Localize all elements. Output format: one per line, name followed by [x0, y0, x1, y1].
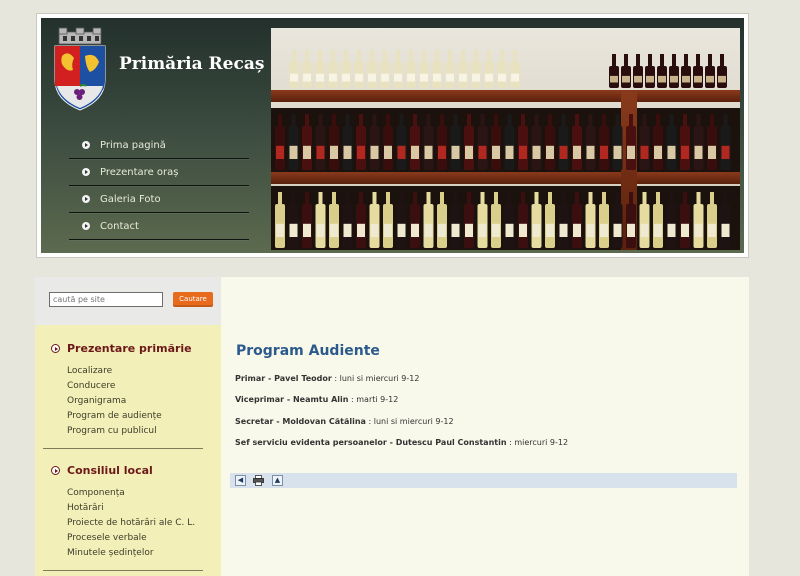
arrow-bullet-icon — [51, 465, 60, 475]
nav-item-home[interactable]: Prima pagină — [69, 132, 249, 159]
arrow-bullet-icon — [82, 195, 90, 203]
nav-item-gallery[interactable]: Galeria Foto — [69, 186, 249, 213]
official-name: Primar - Pavel Teodor — [235, 374, 332, 383]
sidebar-section-consiliu: Consiliul local Componența Hotărâri Proi… — [35, 462, 221, 561]
audience-row: Sef serviciu evidenta persoanelor - Dute… — [235, 438, 568, 447]
audience-schedule: luni si miercuri 9-12 — [373, 417, 454, 426]
print-icon[interactable] — [253, 475, 264, 486]
search-bar: Cautare — [35, 277, 221, 325]
audience-row: Viceprimar - Neamtu Alin : marti 9-12 — [235, 395, 398, 404]
nav-item-label: Prezentare oraș — [100, 166, 179, 178]
search-input[interactable] — [49, 292, 163, 307]
arrow-bullet-icon — [82, 222, 90, 230]
audience-schedule: luni si miercuri 9-12 — [339, 374, 420, 383]
header-banner: Primăria Recaș Prima pagină Prezentare o… — [41, 18, 744, 253]
audience-row: Secretar - Moldovan Cătălina : luni si m… — [235, 417, 454, 426]
nav-item-contact[interactable]: Contact — [69, 213, 249, 240]
site-title: Primăria Recaș — [119, 54, 265, 74]
main-content: Program Audiente Primar - Pavel Teodor :… — [221, 277, 749, 576]
sidebar-item-localizare[interactable]: Localizare — [67, 364, 221, 379]
official-name: Sef serviciu evidenta persoanelor - Dute… — [235, 438, 507, 447]
sidebar-section-label: Consiliul local — [67, 463, 153, 477]
arrow-bullet-icon — [82, 168, 90, 176]
back-icon[interactable]: ◀ — [235, 475, 246, 486]
sidebar-item-program-audiente[interactable]: Program de audiențe — [67, 409, 221, 424]
nav-item-town[interactable]: Prezentare oraș — [69, 159, 249, 186]
sidebar: Cautare Prezentare primărie Localizare C… — [35, 277, 221, 576]
page-title: Program Audiente — [236, 343, 380, 359]
row-separator: : — [331, 374, 340, 383]
arrow-bullet-icon — [82, 141, 90, 149]
sidebar-section-title[interactable]: Prezentare primărie — [35, 340, 221, 356]
search-button[interactable]: Cautare — [173, 292, 213, 307]
audience-schedule: marti 9-12 — [356, 395, 399, 404]
site-header: Primăria Recaș Prima pagină Prezentare o… — [36, 13, 749, 258]
top-icon[interactable]: ▲ — [272, 475, 283, 486]
main-navigation: Prima pagină Prezentare oraș Galeria Fot… — [69, 132, 249, 240]
arrow-bullet-icon — [51, 343, 60, 353]
official-name: Secretar - Moldovan Cătălina — [235, 417, 366, 426]
sidebar-item-organigrama[interactable]: Organigrama — [67, 394, 221, 409]
official-name: Viceprimar - Neamtu Alin — [235, 395, 349, 404]
article-toolbar: ◀ ▲ — [230, 473, 737, 488]
audience-row: Primar - Pavel Teodor : luni si miercuri… — [235, 374, 419, 383]
sidebar-section-title[interactable]: Consiliul local — [35, 462, 221, 478]
nav-item-label: Contact — [100, 220, 139, 232]
wine-bottles-photo — [271, 28, 740, 250]
nav-item-label: Galeria Foto — [100, 193, 161, 205]
sidebar-item-proiecte[interactable]: Proiecte de hotărâri ale C. L. — [67, 516, 221, 531]
sidebar-divider — [43, 448, 203, 449]
sidebar-item-conducere[interactable]: Conducere — [67, 379, 221, 394]
sidebar-divider — [43, 570, 203, 571]
sidebar-item-program-public[interactable]: Program cu publicul — [67, 424, 221, 439]
row-separator: : — [365, 417, 374, 426]
sidebar-item-procese-verbale[interactable]: Procesele verbale — [67, 531, 221, 546]
sidebar-item-hotarari[interactable]: Hotărâri — [67, 501, 221, 516]
coat-of-arms-logo — [54, 27, 106, 111]
sidebar-menu: Componența Hotărâri Proiecte de hotărâri… — [35, 486, 221, 561]
nav-item-label: Prima pagină — [100, 139, 166, 151]
sidebar-section-label: Prezentare primărie — [67, 341, 192, 355]
sidebar-menu: Localizare Conducere Organigrama Program… — [35, 364, 221, 439]
sidebar-section-prezentare: Prezentare primărie Localizare Conducere… — [35, 340, 221, 439]
sidebar-item-minutele[interactable]: Minutele ședințelor — [67, 546, 221, 561]
sidebar-item-componenta[interactable]: Componența — [67, 486, 221, 501]
audience-schedule: miercuri 9-12 — [514, 438, 569, 447]
